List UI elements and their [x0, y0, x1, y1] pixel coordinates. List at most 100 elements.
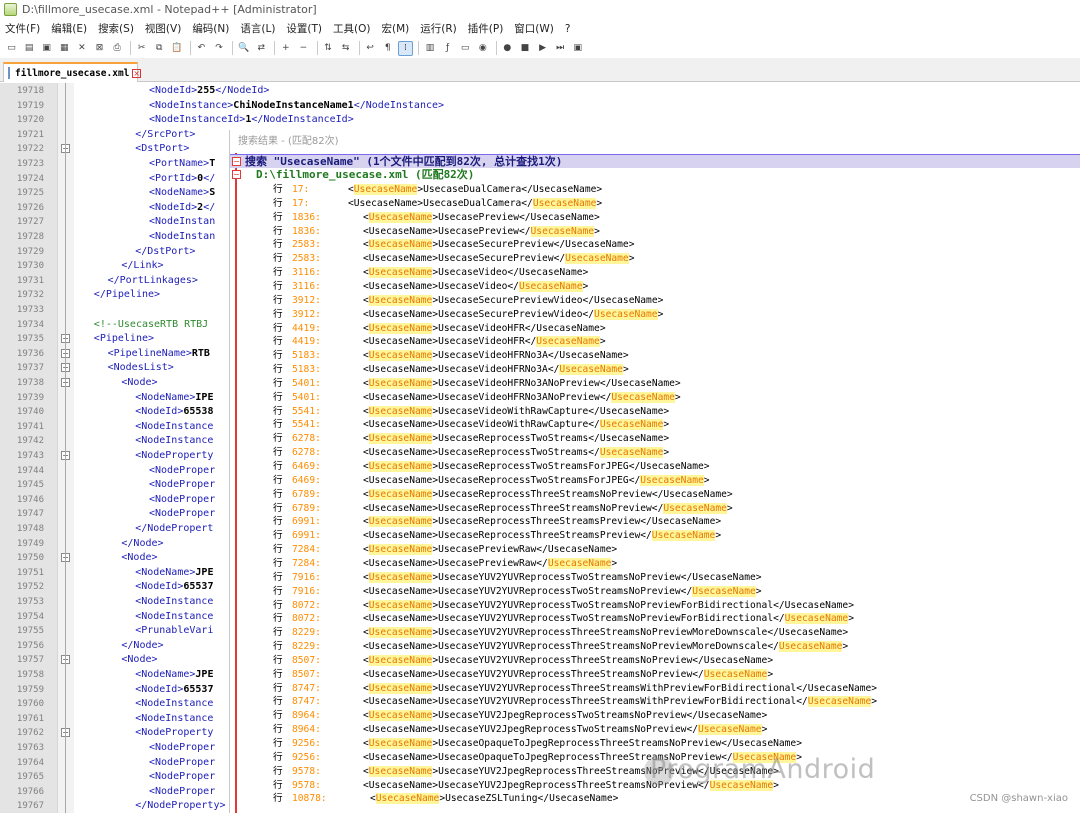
paste-icon[interactable]: 📋 [169, 41, 184, 56]
menu-item-12[interactable]: ? [565, 23, 571, 35]
code-line[interactable]: <NodeProper [149, 756, 215, 770]
search-result-row[interactable]: 行 6789: <UsecaseName>UsecaseReprocessThree… [230, 502, 1080, 516]
search-result-row[interactable]: 行 3116: <UsecaseName>UsecaseVideo</Usecase… [230, 266, 1080, 280]
search-result-row[interactable]: 行 4419: <UsecaseName>UsecaseVideoHFR</Usec… [230, 335, 1080, 349]
run-multiple-icon[interactable]: ⏭ [553, 41, 568, 56]
search-result-row[interactable]: 行 6278: <UsecaseName>UsecaseReprocessTwoSt… [230, 446, 1080, 460]
show-all-chars-icon[interactable]: ¶ [380, 41, 395, 56]
search-result-row[interactable]: 行 5183: <UsecaseName>UsecaseVideoHFRNo3A</… [230, 363, 1080, 377]
search-result-row[interactable]: 行 2583: <UsecaseName>UsecaseSecurePreview<… [230, 252, 1080, 266]
save-icon[interactable]: ▣ [39, 41, 54, 56]
search-result-row[interactable]: 行 8229: <UsecaseName>UsecaseYUV2YUVReproce… [230, 640, 1080, 654]
search-result-row[interactable]: 行 8507: <UsecaseName>UsecaseYUV2YUVReproce… [230, 668, 1080, 682]
menu-item-6[interactable]: 设置(T) [286, 21, 322, 36]
search-result-row[interactable]: 行 10878: <UsecaseName>UsecaseZSLTuning</Us… [230, 792, 1080, 806]
close-all-icon[interactable]: ⊠ [92, 41, 107, 56]
play-macro-icon[interactable]: ▶ [535, 41, 550, 56]
print-icon[interactable]: ⎙ [110, 41, 125, 56]
search-result-row[interactable]: 行 8072: <UsecaseName>UsecaseYUV2YUVReproce… [230, 599, 1080, 613]
code-line[interactable]: <NodeInstan [149, 215, 215, 229]
search-result-row[interactable]: 行 9256: <UsecaseName>UsecaseOpaqueToJpegRe… [230, 737, 1080, 751]
code-line[interactable]: <NodeId>65537 [135, 683, 213, 697]
menu-item-9[interactable]: 运行(R) [420, 21, 457, 36]
code-line[interactable]: <NodeId>255</NodeId> [149, 84, 269, 98]
menu-item-11[interactable]: 窗口(W) [514, 21, 554, 36]
search-result-row[interactable]: 行 6991: <UsecaseName>UsecaseReprocessThree… [230, 515, 1080, 529]
code-line[interactable]: <NodeId>65537 [135, 580, 213, 594]
menu-item-8[interactable]: 宏(M) [382, 21, 410, 36]
new-file-icon[interactable]: ▭ [4, 41, 19, 56]
code-line[interactable]: <Node> [121, 653, 157, 667]
doc-map-icon[interactable]: ▥ [422, 41, 437, 56]
zoom-in-icon[interactable]: + [278, 41, 293, 56]
search-results-panel[interactable]: 搜索结果 - (匹配82次) − 搜索 "UsecaseName" (1个文件中… [229, 130, 1080, 813]
code-line[interactable]: <NodeInstance [135, 697, 213, 711]
tab-close-icon[interactable]: × [132, 68, 142, 78]
collapse-icon[interactable]: − [232, 170, 241, 179]
search-result-row[interactable]: 行 6789: <UsecaseName>UsecaseReprocessThree… [230, 488, 1080, 502]
code-line[interactable]: <PortId>0</ [149, 172, 215, 186]
save-all-icon[interactable]: ▦ [57, 41, 72, 56]
stop-record-icon[interactable]: ■ [517, 41, 532, 56]
code-line[interactable]: <NodeProper [149, 464, 215, 478]
search-result-row[interactable]: 行 8747: <UsecaseName>UsecaseYUV2YUVReproce… [230, 682, 1080, 696]
code-line[interactable]: <NodeName>IPE [135, 391, 213, 405]
code-line[interactable]: <NodeId>65538 [135, 405, 213, 419]
search-result-row[interactable]: 行 17: <UsecaseName>UsecaseDualCamera</Usec… [230, 197, 1080, 211]
code-line[interactable]: <NodeInstance [135, 712, 213, 726]
code-line[interactable]: <NodeInstan [149, 230, 215, 244]
code-line[interactable]: <NodeProper [149, 493, 215, 507]
menu-item-0[interactable]: 文件(F) [5, 21, 40, 36]
search-result-row[interactable]: 行 6469: <UsecaseName>UsecaseReprocessTwoSt… [230, 474, 1080, 488]
search-result-row[interactable]: 行 17: <UsecaseName>UsecaseDualCamera</Usec… [230, 183, 1080, 197]
search-result-row[interactable]: 行 1836: <UsecaseName>UsecasePreview</Useca… [230, 225, 1080, 239]
code-line[interactable]: <NodeId>2</ [149, 201, 215, 215]
sync-vertical-icon[interactable]: ⇅ [321, 41, 336, 56]
zoom-out-icon[interactable]: − [296, 41, 311, 56]
search-result-row[interactable]: 行 5401: <UsecaseName>UsecaseVideoHFRNo3ANo… [230, 377, 1080, 391]
code-line[interactable]: </Link> [121, 259, 163, 273]
code-line[interactable]: <NodeName>JPE [135, 566, 213, 580]
code-line[interactable]: <NodeProper [149, 507, 215, 521]
search-file-line[interactable]: D:\fillmore_usecase.xml (匹配82次) [256, 168, 474, 182]
search-result-row[interactable]: 行 6469: <UsecaseName>UsecaseReprocessTwoSt… [230, 460, 1080, 474]
word-wrap-icon[interactable]: ↩ [363, 41, 378, 56]
search-result-row[interactable]: 行 7916: <UsecaseName>UsecaseYUV2YUVReproce… [230, 585, 1080, 599]
search-result-row[interactable]: 行 8072: <UsecaseName>UsecaseYUV2YUVReproce… [230, 612, 1080, 626]
code-line[interactable]: <NodeName>S [149, 186, 215, 200]
indent-guide-icon[interactable]: ⁞ [397, 40, 413, 56]
sync-horizontal-icon[interactable]: ⇆ [338, 41, 353, 56]
code-line[interactable]: <NodeProper [149, 785, 215, 799]
redo-icon[interactable]: ↷ [212, 41, 227, 56]
search-result-row[interactable]: 行 8507: <UsecaseName>UsecaseYUV2YUVReproce… [230, 654, 1080, 668]
tab-fillmore-usecase[interactable]: fillmore_usecase.xml × [3, 62, 142, 82]
undo-icon[interactable]: ↶ [194, 41, 209, 56]
search-result-row[interactable]: 行 8229: <UsecaseName>UsecaseYUV2YUVReproce… [230, 626, 1080, 640]
code-line[interactable]: <NodeInstance>ChiNodeInstanceName1</Node… [149, 99, 444, 113]
search-result-row[interactable]: 行 5183: <UsecaseName>UsecaseVideoHFRNo3A</… [230, 349, 1080, 363]
search-result-row[interactable]: 行 6278: <UsecaseName>UsecaseReprocessTwoSt… [230, 432, 1080, 446]
code-line[interactable]: <NodeProperty [135, 449, 213, 463]
code-line[interactable]: </DstPort> [135, 245, 195, 259]
search-result-row[interactable]: 行 7284: <UsecaseName>UsecasePreviewRaw</Us… [230, 543, 1080, 557]
replace-icon[interactable]: ⇄ [254, 41, 269, 56]
code-line[interactable]: <NodeName>JPE [135, 668, 213, 682]
search-result-row[interactable]: 行 4419: <UsecaseName>UsecaseVideoHFR</Usec… [230, 322, 1080, 336]
search-result-row[interactable]: 行 2583: <UsecaseName>UsecaseSecurePreview<… [230, 238, 1080, 252]
menu-item-5[interactable]: 语言(L) [240, 21, 275, 36]
search-result-row[interactable]: 行 6991: <UsecaseName>UsecaseReprocessThree… [230, 529, 1080, 543]
menu-item-2[interactable]: 搜索(S) [98, 21, 134, 36]
open-file-icon[interactable]: ▤ [22, 41, 37, 56]
search-result-row[interactable]: 行 5541: <UsecaseName>UsecaseVideoWithRawCa… [230, 405, 1080, 419]
code-line[interactable]: <NodeProper [149, 478, 215, 492]
code-line[interactable]: </NodeProperty> [135, 799, 225, 813]
code-line[interactable]: <NodeInstanceId>1</NodeInstanceId> [149, 113, 354, 127]
search-result-row[interactable]: 行 1836: <UsecaseName>UsecasePreview</Useca… [230, 211, 1080, 225]
find-icon[interactable]: 🔍 [236, 41, 251, 56]
code-line[interactable]: </Node> [121, 537, 163, 551]
copy-icon[interactable]: ⧉ [152, 41, 167, 56]
menu-item-3[interactable]: 视图(V) [145, 21, 181, 36]
search-result-row[interactable]: 行 7284: <UsecaseName>UsecasePreviewRaw</Us… [230, 557, 1080, 571]
search-result-row[interactable]: 行 3912: <UsecaseName>UsecaseSecurePreviewV… [230, 294, 1080, 308]
code-line[interactable]: <NodeInstance [135, 610, 213, 624]
